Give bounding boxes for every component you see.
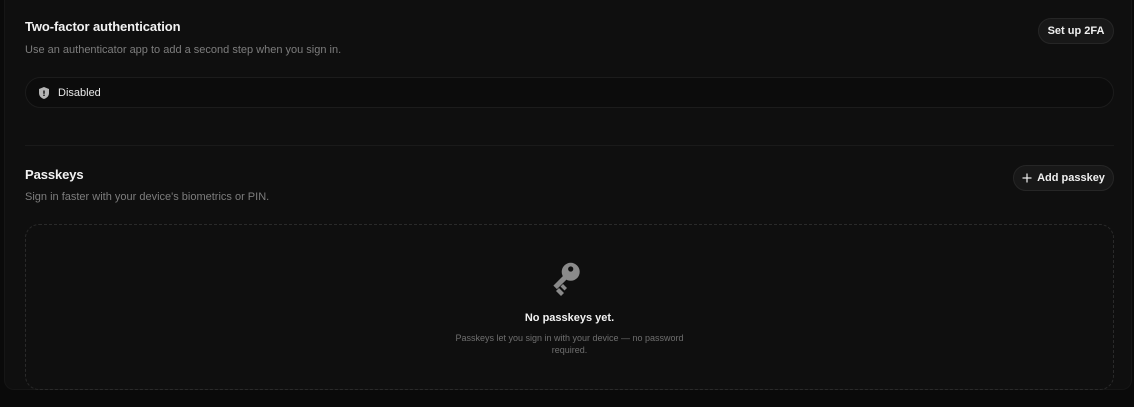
section-divider (25, 145, 1114, 146)
two-factor-title: Two-factor authentication (25, 19, 181, 34)
passkeys-empty-state: No passkeys yet. Passkeys let you sign i… (25, 224, 1114, 390)
empty-state-description: Passkeys let you sign in with your devic… (455, 333, 684, 355)
empty-state-title: No passkeys yet. (524, 312, 615, 324)
two-factor-description: Use an authenticator app to add a second… (25, 44, 342, 56)
security-card: Two-factor authentication Use an authent… (4, 0, 1132, 390)
setup-2fa-button[interactable]: Set up 2FA (1038, 18, 1114, 44)
key-icon (550, 261, 590, 301)
two-factor-status: Disabled (25, 77, 1114, 108)
passkeys-description: Sign in faster with your device's biomet… (25, 191, 270, 203)
add-passkey-button[interactable]: Add passkey (1013, 165, 1114, 191)
setup-2fa-button-label: Set up 2FA (1047, 25, 1105, 37)
two-factor-status-label: Disabled (58, 86, 101, 99)
passkeys-title: Passkeys (25, 167, 84, 182)
shield-icon (37, 86, 51, 100)
add-passkey-button-label: Add passkey (1037, 172, 1105, 184)
plus-icon (1022, 173, 1032, 183)
